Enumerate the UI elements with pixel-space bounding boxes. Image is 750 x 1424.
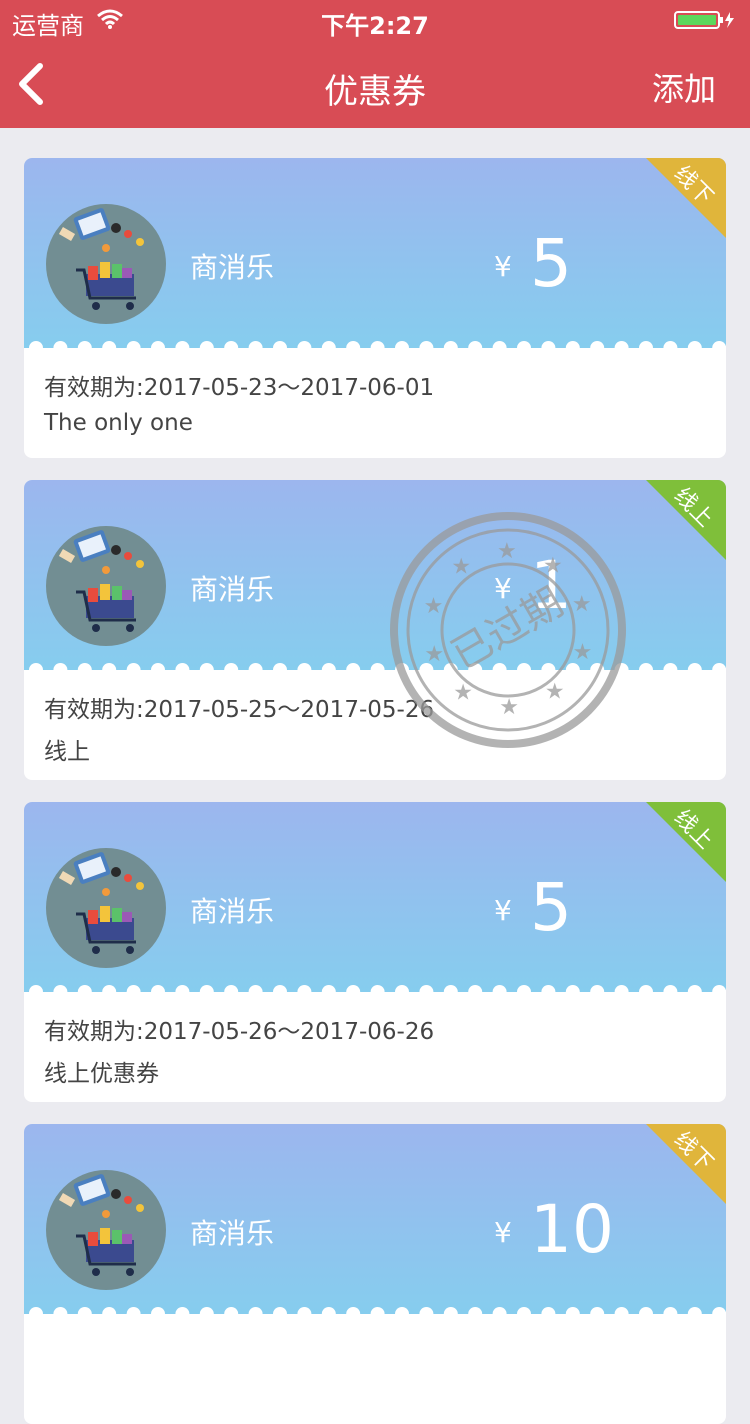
coupon-amount: 5 <box>530 869 572 946</box>
coupon-card[interactable]: 商消乐 ¥ 10 线下 <box>24 1124 726 1424</box>
coupon-card[interactable]: 商消乐 ¥ 5 线下 有效期为:2017-05-23～2017-06-01 Th… <box>24 158 726 458</box>
svg-text:★: ★ <box>573 640 593 665</box>
page-title: 优惠券 <box>324 72 426 112</box>
channel-tag: 线上 <box>646 480 726 560</box>
brand-logo <box>46 204 166 324</box>
svg-text:★: ★ <box>572 592 592 617</box>
expired-stamp: ★★★★★★★★★★ 已过期 <box>390 512 626 748</box>
shopping-cart-logo-icon <box>58 208 144 310</box>
validity-period: 有效期为:2017-05-26～2017-06-26 <box>44 1019 435 1045</box>
status-bar: 运营商 下午2:27 <box>0 0 750 40</box>
coupon-card[interactable]: 商消乐 ¥ 5 线上 有效期为:2017-05-26～2017-06-26 线上… <box>24 802 726 1102</box>
brand-name: 商消乐 <box>190 573 275 606</box>
channel-tag: 线上 <box>646 802 726 882</box>
brand-name: 商消乐 <box>190 251 275 284</box>
coupon-description: The only one <box>44 410 193 436</box>
brand-logo <box>46 1170 166 1290</box>
shopping-cart-logo-icon <box>58 852 144 954</box>
scallop-edge <box>24 341 726 358</box>
validity-period: 有效期为:2017-05-23～2017-06-01 <box>44 375 435 401</box>
svg-text:★: ★ <box>497 539 517 564</box>
svg-text:★: ★ <box>424 642 444 667</box>
coupon-amount: 5 <box>530 225 572 302</box>
shopping-cart-logo-icon <box>58 1174 144 1276</box>
status-time: 下午2:27 <box>321 12 429 40</box>
coupon-description: 线上优惠券 <box>44 1061 159 1087</box>
coupon-description: 线上 <box>44 739 90 765</box>
validity-period: 有效期为:2017-05-25～2017-05-26 <box>44 697 435 723</box>
coupon-card[interactable]: 商消乐 ¥ 1 线上 有效期为:2017-05-25～2017-05-26 线上… <box>24 480 726 780</box>
stamp-text: 已过期 <box>444 579 571 679</box>
channel-tag: 线下 <box>646 1124 726 1204</box>
svg-text:★: ★ <box>424 594 444 619</box>
currency-symbol: ¥ <box>494 250 512 283</box>
brand-name: 商消乐 <box>190 1217 275 1250</box>
currency-symbol: ¥ <box>494 1216 512 1249</box>
battery-icon <box>674 11 734 29</box>
coupon-amount: 10 <box>530 1191 614 1268</box>
channel-tag: 线下 <box>646 158 726 238</box>
shopping-cart-logo-icon <box>58 530 144 632</box>
scallop-edge <box>24 1307 726 1324</box>
brand-logo <box>46 848 166 968</box>
currency-symbol: ¥ <box>494 894 512 927</box>
brand-name: 商消乐 <box>190 895 275 928</box>
scallop-edge <box>24 985 726 1002</box>
brand-logo <box>46 526 166 646</box>
header: 运营商 下午2:27 优惠券 添加 <box>0 0 750 128</box>
add-button[interactable]: 添加 <box>652 64 716 110</box>
svg-text:★: ★ <box>499 695 519 720</box>
navbar: 优惠券 添加 <box>0 40 750 128</box>
